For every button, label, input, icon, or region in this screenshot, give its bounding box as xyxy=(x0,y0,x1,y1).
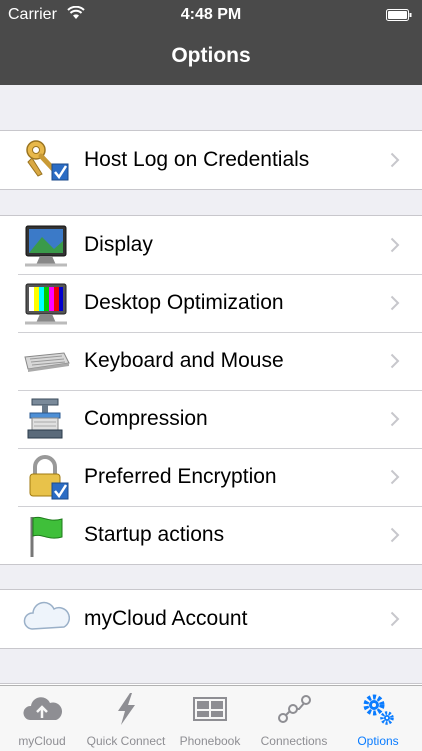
options-list[interactable]: Host Log on Credentials Display Desktop … xyxy=(0,85,422,685)
chevron-right-icon xyxy=(390,295,400,311)
row-desktop-optimization[interactable]: Desktop Optimization xyxy=(0,274,422,332)
row-label: Preferred Encryption xyxy=(84,465,277,488)
row-keyboard-and-mouse[interactable]: Keyboard and Mouse xyxy=(0,332,422,390)
row-label: myCloud Account xyxy=(84,607,248,630)
tab-quick-connect[interactable]: Quick Connect xyxy=(84,686,168,751)
row-label: Compression xyxy=(84,407,208,430)
row-mycloud-account[interactable]: myCloud Account xyxy=(0,590,422,648)
row-label: Startup actions xyxy=(84,523,225,546)
chevron-right-icon xyxy=(390,152,400,168)
credentials-group: Host Log on Credentials xyxy=(0,130,422,190)
tab-label: Quick Connect xyxy=(86,734,166,748)
account-group: myCloud Account xyxy=(0,589,422,649)
green-flag-icon xyxy=(30,516,63,557)
chevron-right-icon xyxy=(390,469,400,485)
page-title: Options xyxy=(171,44,251,67)
gears-icon xyxy=(363,694,394,725)
cloud-icon xyxy=(23,601,70,630)
row-label: Host Log on Credentials xyxy=(84,148,310,171)
tab-phonebook[interactable]: Phonebook xyxy=(168,686,252,751)
tab-label: Phonebook xyxy=(179,734,241,748)
row-display[interactable]: Display xyxy=(0,216,422,274)
tab-options[interactable]: Options xyxy=(336,686,420,751)
row-compression[interactable]: Compression xyxy=(0,390,422,448)
row-label: Display xyxy=(84,233,153,256)
chevron-right-icon xyxy=(390,411,400,427)
tab-mycloud[interactable]: myCloud xyxy=(0,686,84,751)
lightning-icon xyxy=(118,693,135,725)
monitor-icon xyxy=(25,225,67,267)
tab-connections[interactable]: Connections xyxy=(252,686,336,751)
tab-label: Options xyxy=(357,734,399,748)
navigation-bar: Options xyxy=(0,30,422,85)
tab-label: Connections xyxy=(260,734,328,748)
chevron-right-icon xyxy=(390,353,400,369)
chevron-right-icon xyxy=(390,237,400,253)
session-options-group: Display Desktop Optimization Keyboard an… xyxy=(0,215,422,565)
status-bar: Carrier 4:48 PM xyxy=(0,0,422,30)
row-label: Desktop Optimization xyxy=(84,291,284,314)
phonebook-icon xyxy=(193,697,227,721)
tab-bar: myCloud Quick Connect Phonebook Connecti… xyxy=(0,685,422,751)
row-startup-actions[interactable]: Startup actions xyxy=(0,506,422,564)
connections-icon xyxy=(278,695,311,723)
compression-press-icon xyxy=(27,398,63,439)
padlock-check-icon xyxy=(29,455,69,500)
clock: 4:48 PM xyxy=(180,6,242,23)
key-check-icon xyxy=(26,140,69,181)
cloud-upload-icon xyxy=(23,697,62,720)
row-label: Keyboard and Mouse xyxy=(84,349,284,372)
chevron-right-icon xyxy=(390,611,400,627)
monitor-testpattern-icon xyxy=(25,283,67,325)
tab-label: myCloud xyxy=(18,734,66,748)
row-host-log-on-credentials[interactable]: Host Log on Credentials xyxy=(0,131,422,189)
chevron-right-icon xyxy=(390,527,400,543)
battery-icon xyxy=(386,9,412,21)
keyboard-icon xyxy=(24,352,70,372)
row-preferred-encryption[interactable]: Preferred Encryption xyxy=(0,448,422,506)
